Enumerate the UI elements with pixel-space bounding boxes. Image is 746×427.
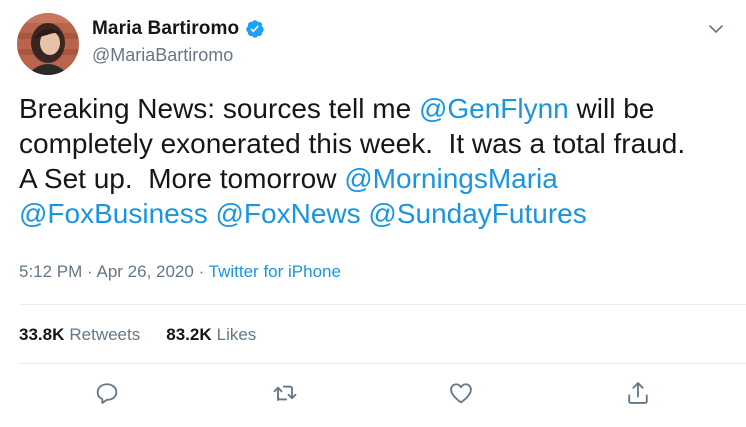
retweets-count: 33.8K — [19, 325, 65, 344]
mention-link[interactable]: @FoxNews — [216, 198, 361, 229]
tweet-text: Breaking News: sources tell me @GenFlynn… — [19, 91, 734, 231]
likes-count: 83.2K — [166, 325, 212, 344]
tweet-text-segment — [208, 198, 216, 229]
tweet-stats: 33.8K Retweets 83.2K Likes — [19, 325, 282, 345]
divider — [19, 304, 746, 305]
author-name-row: Maria Bartiromo — [92, 18, 265, 40]
retweet-icon[interactable] — [271, 379, 299, 407]
meta-separator: · — [193, 262, 209, 281]
divider — [19, 363, 746, 364]
mention-link[interactable]: @GenFlynn — [419, 93, 569, 124]
tweet-time[interactable]: 5:12 PM — [19, 262, 82, 281]
author-handle[interactable]: @MariaBartiromo — [92, 45, 233, 66]
tweet-text-segment: Breaking News: sources tell me — [19, 93, 419, 124]
retweets-stat[interactable]: 33.8K Retweets — [19, 325, 140, 345]
tweet-date[interactable]: Apr 26, 2020 — [96, 262, 193, 281]
avatar[interactable] — [17, 13, 79, 75]
likes-label: Likes — [216, 325, 257, 344]
reply-icon[interactable] — [93, 379, 121, 407]
like-icon[interactable] — [447, 379, 475, 407]
action-bar — [0, 379, 746, 415]
mention-link[interactable]: @FoxBusiness — [19, 198, 208, 229]
share-icon[interactable] — [624, 379, 652, 407]
tweet-source-link[interactable]: Twitter for iPhone — [209, 262, 341, 281]
retweets-label: Retweets — [69, 325, 141, 344]
mention-link[interactable]: @SundayFutures — [368, 198, 586, 229]
mention-link[interactable]: @MorningsMaria — [344, 163, 558, 194]
tweet-meta: 5:12 PM · Apr 26, 2020 · Twitter for iPh… — [19, 262, 341, 282]
chevron-down-icon[interactable] — [706, 19, 726, 39]
display-name[interactable]: Maria Bartiromo — [92, 18, 239, 40]
verified-badge-icon — [245, 19, 265, 39]
tweet-card: Maria Bartiromo @MariaBartiromo Breaking… — [0, 0, 746, 427]
likes-stat[interactable]: 83.2K Likes — [166, 325, 256, 345]
meta-separator: · — [82, 262, 97, 281]
